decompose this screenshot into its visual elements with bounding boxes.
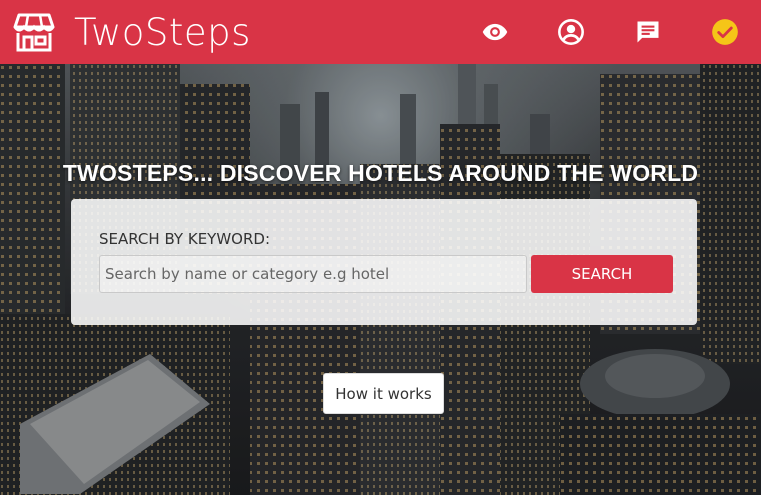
top-navbar: TwoSteps [0,0,761,64]
how-it-works-button[interactable]: How it works [323,373,444,414]
storefront-icon[interactable] [12,10,56,54]
message-icon[interactable] [632,16,664,48]
search-label: SEARCH BY KEYWORD: [99,230,270,248]
check-circle-icon[interactable] [709,16,741,48]
search-panel: SEARCH BY KEYWORD: SEARCH [71,199,697,325]
brand-title[interactable]: TwoSteps [74,11,251,54]
search-button[interactable]: SEARCH [531,255,673,293]
account-circle-icon[interactable] [555,16,587,48]
hero-heading: TWOSTEPS... DISCOVER HOTELS AROUND THE W… [62,160,699,186]
search-input[interactable] [99,255,527,293]
eye-icon[interactable] [479,16,511,48]
hero-section: TWOSTEPS... DISCOVER HOTELS AROUND THE W… [0,64,761,495]
